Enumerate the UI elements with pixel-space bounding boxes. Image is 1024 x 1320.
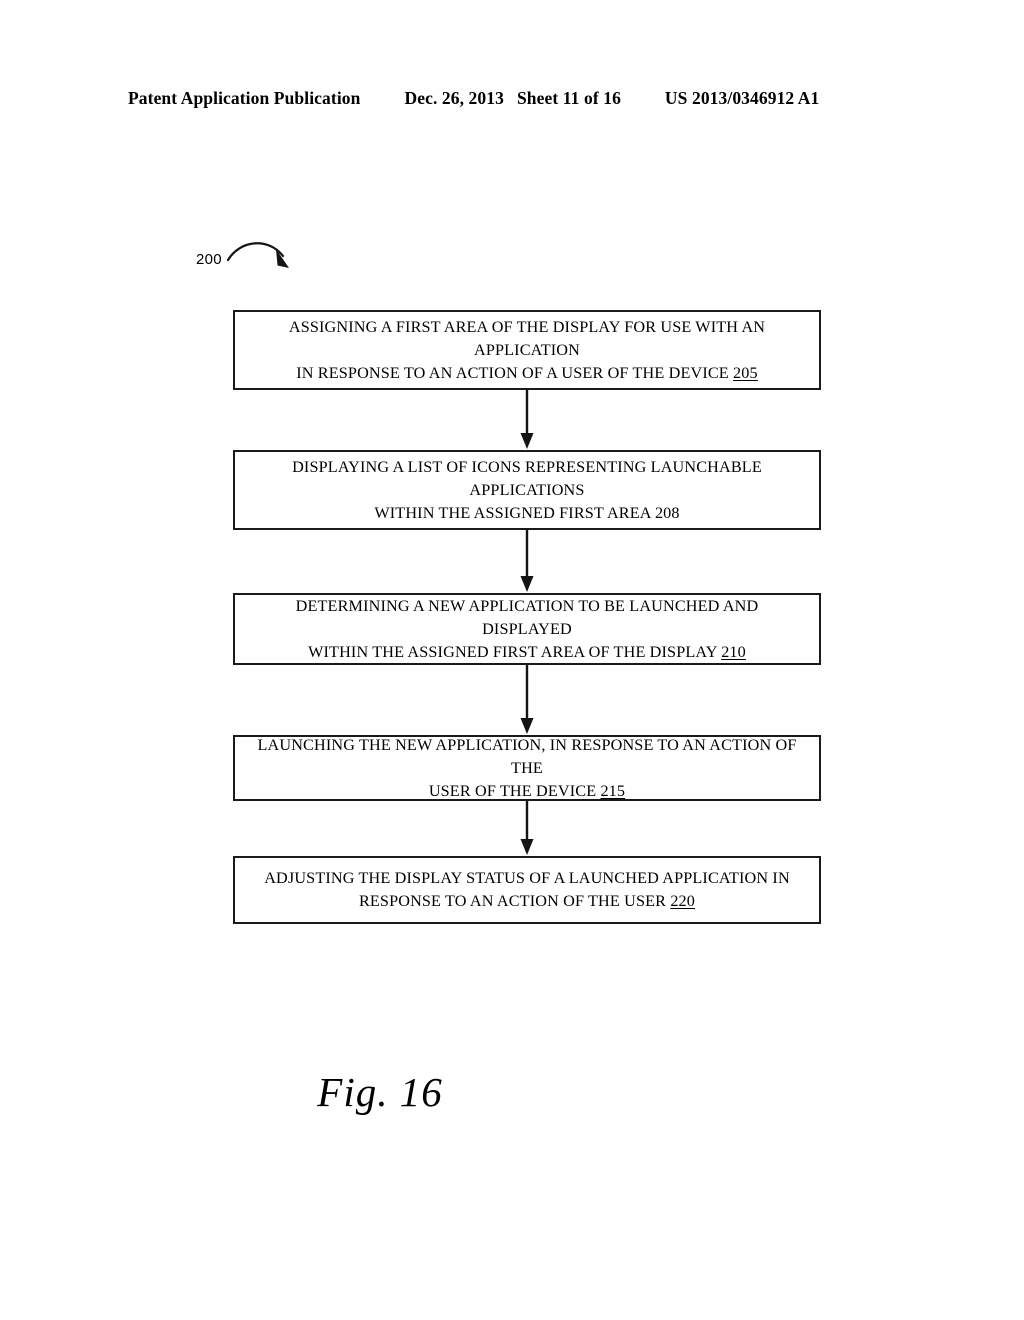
flowchart: ASSIGNING A FIRST AREA OF THE DISPLAY FO… bbox=[233, 310, 821, 924]
flowchart-step-215-text: LAUNCHING THE NEW APPLICATION, IN RESPON… bbox=[257, 735, 797, 800]
flowchart-step-220-numeral: 220 bbox=[670, 892, 696, 910]
flowchart-step-215-numeral: 215 bbox=[600, 781, 626, 800]
down-arrow-icon bbox=[520, 530, 534, 592]
flowchart-step-220: ADJUSTING THE DISPLAY STATUS OF A LAUNCH… bbox=[233, 856, 821, 924]
patent-drawing-page: Patent Application Publication Dec. 26, … bbox=[0, 0, 1024, 1320]
header-patent-number-label: US 2013/0346912 A1 bbox=[664, 88, 820, 108]
down-arrow-icon bbox=[520, 665, 534, 734]
figure-caption: Fig. 16 bbox=[317, 1069, 443, 1115]
flowchart-step-205-numeral: 205 bbox=[733, 363, 758, 382]
down-arrow-icon bbox=[520, 801, 534, 855]
curved-lead-arrow-icon bbox=[226, 242, 289, 268]
flowchart-step-208: DISPLAYING A LIST OF ICONS REPRESENTING … bbox=[233, 450, 821, 530]
flowchart-step-210: DETERMINING A NEW APPLICATION TO BE LAUN… bbox=[233, 593, 821, 665]
flowchart-connector-215-220 bbox=[233, 801, 821, 856]
flowchart-connector-210-215 bbox=[233, 665, 821, 735]
flowchart-connector-205-208 bbox=[233, 390, 821, 450]
flowchart-step-205: ASSIGNING A FIRST AREA OF THE DISPLAY FO… bbox=[233, 310, 821, 390]
flowchart-step-215: LAUNCHING THE NEW APPLICATION, IN RESPON… bbox=[233, 735, 821, 801]
flowchart-connector-208-210 bbox=[233, 530, 821, 593]
header-sheet-label: Sheet 11 of 16 bbox=[516, 88, 621, 108]
flowchart-step-205-text: ASSIGNING A FIRST AREA OF THE DISPLAY FO… bbox=[288, 317, 766, 382]
flowchart-step-208-text: DISPLAYING A LIST OF ICONS REPRESENTING … bbox=[292, 457, 762, 522]
flowchart-step-210-text: DETERMINING A NEW APPLICATION TO BE LAUN… bbox=[295, 596, 759, 661]
figure-reference-callout: 200 bbox=[196, 234, 306, 282]
publication-header: Patent Application Publication Dec. 26, … bbox=[128, 88, 896, 109]
header-publication-label: Patent Application Publication bbox=[128, 88, 361, 108]
flowchart-step-220-text: ADJUSTING THE DISPLAY STATUS OF A LAUNCH… bbox=[264, 869, 790, 910]
flowchart-step-210-numeral: 210 bbox=[721, 642, 746, 661]
header-date-label: Dec. 26, 2013 bbox=[404, 88, 504, 108]
flowchart-step-208-numeral: 208 bbox=[654, 503, 680, 522]
down-arrow-icon bbox=[520, 390, 534, 449]
